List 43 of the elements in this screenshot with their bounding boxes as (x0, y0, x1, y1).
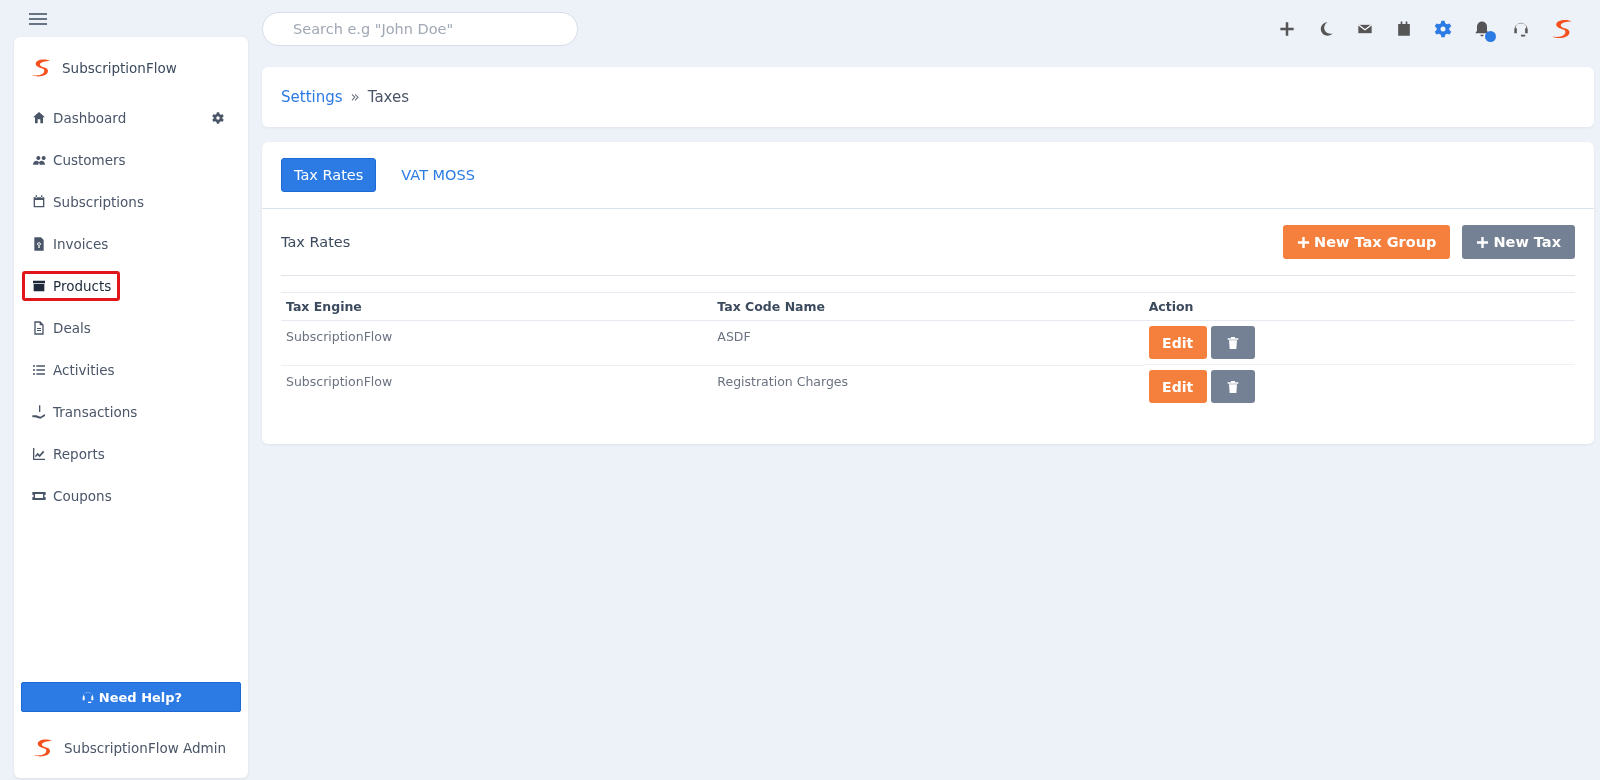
sidebar-item[interactable]: Customers (22, 145, 135, 175)
column-header: Action (1143, 292, 1575, 321)
column-header: Tax Engine (281, 292, 713, 321)
search-field[interactable]: Search e.g "John Doe" (262, 12, 578, 46)
sidebar-item[interactable]: Dashboard (22, 103, 136, 133)
delete-button[interactable] (1210, 370, 1255, 403)
calendar-check-icon (31, 194, 47, 210)
sidebar-item[interactable]: Transactions (22, 397, 147, 427)
house-icon (31, 110, 47, 126)
sidebar-item[interactable]: Deals (22, 313, 100, 343)
need-help-button[interactable]: Need Help? (21, 682, 241, 712)
new-tax-button[interactable]: New Tax (1462, 225, 1575, 259)
table-cell: SubscriptionFlow (281, 320, 713, 365)
tab[interactable]: VAT MOSS (388, 158, 488, 192)
sidebar-item[interactable]: Subscriptions (22, 187, 153, 217)
table-cell: Registration Charges (712, 365, 1144, 408)
line-chart-icon (31, 446, 47, 462)
plus-icon[interactable] (1277, 19, 1297, 39)
column-header: Tax Code Name (712, 292, 1144, 321)
invoice-icon (31, 236, 47, 252)
plus-icon (1476, 235, 1490, 249)
settings-icon[interactable] (1433, 19, 1453, 39)
sidebar-item[interactable]: Products (22, 271, 121, 301)
document-icon (31, 320, 47, 336)
settings-icon[interactable] (211, 111, 225, 125)
archive-box-icon (31, 278, 47, 294)
checklist-icon (31, 362, 47, 378)
breadcrumb-separator: » (350, 88, 360, 106)
sidebar-item[interactable]: Coupons (22, 481, 121, 511)
section-title: Tax Rates (281, 234, 351, 250)
menu-icon[interactable] (29, 13, 47, 25)
sidebar-item[interactable]: Invoices (22, 229, 118, 259)
sidebar-item[interactable]: Reports (22, 439, 114, 469)
tab[interactable]: Tax Rates (281, 158, 377, 192)
table-cell: ASDF (712, 320, 1144, 365)
delete-button[interactable] (1210, 326, 1255, 359)
table-cell: SubscriptionFlow (281, 365, 713, 408)
breadcrumb-link[interactable]: Settings (281, 88, 343, 106)
plus-icon (1297, 235, 1311, 249)
admin-label: SubscriptionFlow Admin (64, 740, 226, 756)
brand-name: SubscriptionFlow (62, 60, 177, 76)
sidebar-item[interactable]: Activities (22, 355, 124, 385)
breadcrumb-current: Taxes (367, 88, 410, 106)
